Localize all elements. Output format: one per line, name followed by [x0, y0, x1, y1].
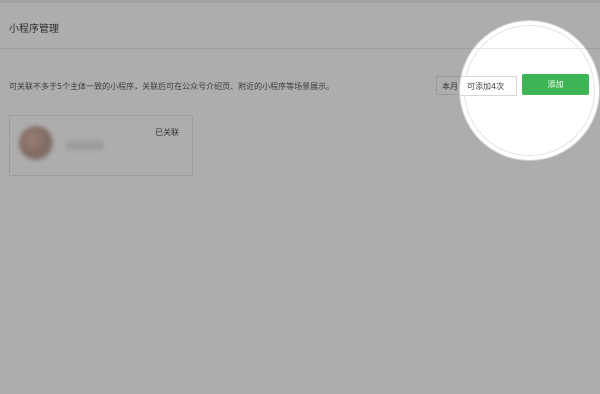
quota-counter-text: 可添加4次 [467, 82, 505, 91]
mini-program-name-blurred [66, 141, 104, 150]
header-divider-magnified [460, 48, 599, 49]
mini-program-card[interactable]: 已关联 [9, 115, 193, 176]
add-button[interactable]: 添加 [522, 74, 589, 95]
page-description: 可关联不多于5个主体一致的小程序，关联后可在公众号介绍页、附近的小程序等场景展示… [9, 82, 335, 91]
spotlight-magnifier: 可添加4次 添加 [460, 21, 599, 160]
page-title: 小程序管理 [9, 24, 59, 35]
quota-prefix: 本月 [442, 82, 458, 91]
mini-program-avatar [19, 126, 53, 160]
link-status-badge: 已关联 [155, 128, 179, 137]
